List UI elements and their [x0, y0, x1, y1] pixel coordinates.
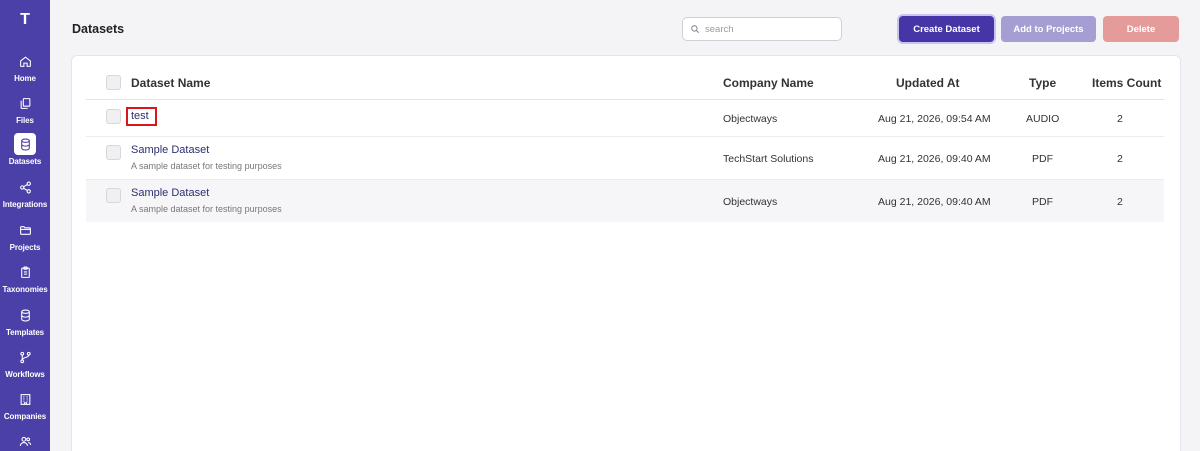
column-header-updated-at[interactable]: Updated At	[896, 76, 960, 90]
files-icon	[14, 92, 36, 114]
column-header-type[interactable]: Type	[1029, 76, 1056, 90]
row-checkbox[interactable]	[106, 109, 121, 124]
branch-icon	[14, 346, 36, 368]
app-logo[interactable]: T	[0, 9, 50, 31]
select-all-checkbox[interactable]	[106, 75, 121, 90]
dataset-name[interactable]: Sample Dataset	[131, 144, 209, 156]
company-name: Objectways	[723, 113, 778, 125]
items-count: 2	[1117, 153, 1123, 165]
sidebar-item-templates[interactable]: Templates	[0, 304, 50, 344]
highlight-box	[126, 107, 157, 126]
dataset-type: PDF	[1032, 196, 1053, 208]
dataset-description: A sample dataset for testing purposes	[131, 204, 282, 214]
updated-at: Aug 21, 2026, 09:40 AM	[878, 196, 991, 208]
share-icon	[14, 176, 36, 198]
sidebar-item-integrations[interactable]: Integrations	[0, 176, 50, 216]
search-box[interactable]	[682, 17, 842, 41]
sidebar-item-label: Workflows	[5, 370, 45, 379]
company-name: Objectways	[723, 196, 778, 208]
page-title: Datasets	[72, 22, 125, 36]
column-header-items-count[interactable]: Items Count	[1092, 76, 1161, 90]
table-header: Dataset Name Company Name Updated At Typ…	[86, 64, 1164, 100]
row-checkbox[interactable]	[106, 188, 121, 203]
company-name: TechStart Solutions	[723, 153, 814, 165]
sidebar-item-label: Datasets	[8, 157, 42, 166]
dataset-description: A sample dataset for testing purposes	[131, 161, 282, 171]
sidebar-item-home[interactable]: Home	[0, 50, 50, 90]
column-header-company-name[interactable]: Company Name	[723, 76, 814, 90]
row-checkbox[interactable]	[106, 145, 121, 160]
clipboard-icon	[14, 261, 36, 283]
database-icon	[14, 133, 36, 155]
delete-button[interactable]: Delete	[1103, 16, 1179, 42]
sidebar-item-label: Projects	[9, 243, 41, 252]
sidebar-item-taxonomies[interactable]: Taxonomies	[0, 261, 50, 301]
table-row[interactable]: test Objectways Aug 21, 2026, 09:54 AM A…	[86, 100, 1164, 137]
sidebar-item-label: Taxonomies	[2, 285, 48, 294]
users-icon	[14, 430, 36, 451]
updated-at: Aug 21, 2026, 09:54 AM	[878, 113, 991, 125]
items-count: 2	[1117, 196, 1123, 208]
folder-icon	[14, 219, 36, 241]
search-icon	[691, 25, 700, 34]
dataset-name[interactable]: Sample Dataset	[131, 187, 209, 199]
search-input[interactable]	[705, 23, 835, 35]
stack-icon	[14, 304, 36, 326]
sidebar-item-label: Templates	[5, 328, 45, 337]
sidebar-item-label: Files	[16, 116, 34, 125]
sidebar-item-label: Companies	[3, 412, 47, 421]
sidebar-item-datasets[interactable]: Datasets	[0, 133, 50, 173]
sidebar-item-files[interactable]: Files	[0, 92, 50, 132]
updated-at: Aug 21, 2026, 09:40 AM	[878, 153, 991, 165]
items-count: 2	[1117, 113, 1123, 125]
add-to-projects-button[interactable]: Add to Projects	[1001, 16, 1096, 42]
dataset-type: AUDIO	[1026, 113, 1060, 125]
table-row[interactable]: Sample Dataset A sample dataset for test…	[86, 180, 1164, 222]
sidebar-item-label: Home	[14, 74, 36, 83]
sidebar-item-companies[interactable]: Companies	[0, 388, 50, 428]
sidebar-item-projects[interactable]: Projects	[0, 219, 50, 259]
home-icon	[14, 50, 36, 72]
sidebar: T Home Files Datasets Integrations Proje…	[0, 0, 50, 451]
sidebar-item-workflows[interactable]: Workflows	[0, 346, 50, 386]
column-header-dataset-name[interactable]: Dataset Name	[131, 76, 210, 90]
dataset-type: PDF	[1032, 153, 1053, 165]
create-dataset-button[interactable]: Create Dataset	[899, 16, 994, 42]
building-icon	[14, 388, 36, 410]
table-row[interactable]: Sample Dataset A sample dataset for test…	[86, 137, 1164, 180]
sidebar-item-users[interactable]	[0, 430, 50, 451]
sidebar-item-label: Integrations	[2, 200, 48, 209]
